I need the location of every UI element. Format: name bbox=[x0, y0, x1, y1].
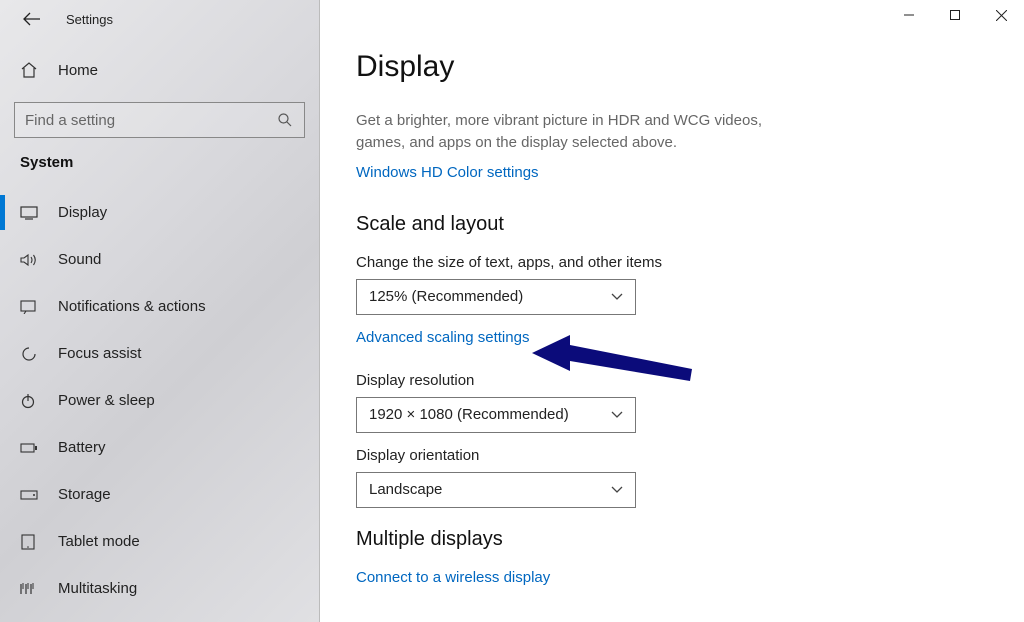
search-input[interactable] bbox=[25, 112, 276, 129]
chevron-down-icon bbox=[611, 486, 623, 494]
sidebar-item-tablet[interactable]: Tablet mode bbox=[0, 518, 319, 565]
titlebar: Settings bbox=[0, 0, 319, 38]
sidebar-item-label: Focus assist bbox=[58, 345, 141, 362]
sidebar-item-focus[interactable]: Focus assist bbox=[0, 330, 319, 377]
display-icon bbox=[20, 206, 46, 220]
sidebar-item-notifications[interactable]: Notifications & actions bbox=[0, 283, 319, 330]
scale-dropdown-value: 125% (Recommended) bbox=[369, 288, 523, 305]
focus-icon bbox=[20, 345, 46, 363]
storage-icon bbox=[20, 490, 46, 500]
sidebar-item-label: Multitasking bbox=[58, 580, 137, 597]
hdr-subtext: Get a brighter, more vibrant picture in … bbox=[356, 110, 776, 154]
sound-icon bbox=[20, 252, 46, 268]
sidebar-home[interactable]: Home bbox=[0, 48, 319, 92]
sidebar: Settings Home System Display bbox=[0, 0, 320, 622]
power-icon bbox=[20, 393, 46, 409]
titlebar-title: Settings bbox=[66, 12, 113, 27]
back-button[interactable] bbox=[18, 5, 46, 33]
notifications-icon bbox=[20, 300, 46, 314]
sidebar-section-title: System bbox=[0, 154, 319, 171]
orientation-label: Display orientation bbox=[356, 447, 988, 464]
chevron-down-icon bbox=[611, 411, 623, 419]
orientation-dropdown[interactable]: Landscape bbox=[356, 472, 636, 508]
resolution-dropdown[interactable]: 1920 × 1080 (Recommended) bbox=[356, 397, 636, 433]
sidebar-item-label: Battery bbox=[58, 439, 106, 456]
multi-display-heading: Multiple displays bbox=[356, 528, 988, 551]
scale-section-heading: Scale and layout bbox=[356, 213, 988, 236]
resolution-dropdown-value: 1920 × 1080 (Recommended) bbox=[369, 406, 569, 423]
sidebar-item-storage[interactable]: Storage bbox=[0, 471, 319, 518]
battery-icon bbox=[20, 442, 46, 454]
sidebar-item-label: Storage bbox=[58, 486, 111, 503]
sidebar-item-multitasking[interactable]: Multitasking bbox=[0, 565, 319, 612]
search-icon bbox=[276, 112, 294, 128]
scale-dropdown[interactable]: 125% (Recommended) bbox=[356, 279, 636, 315]
wireless-display-link[interactable]: Connect to a wireless display bbox=[356, 569, 550, 586]
sidebar-item-label: Display bbox=[58, 204, 107, 221]
resolution-label: Display resolution bbox=[356, 372, 988, 389]
home-icon bbox=[20, 61, 46, 79]
sidebar-item-battery[interactable]: Battery bbox=[0, 424, 319, 471]
chevron-down-icon bbox=[611, 293, 623, 301]
content-pane: Display Get a brighter, more vibrant pic… bbox=[320, 0, 1024, 622]
sidebar-item-power[interactable]: Power & sleep bbox=[0, 377, 319, 424]
search-box[interactable] bbox=[14, 102, 305, 138]
scale-label: Change the size of text, apps, and other… bbox=[356, 254, 988, 271]
sidebar-nav: Display Sound Notifications & actions Fo… bbox=[0, 189, 319, 612]
sidebar-item-label: Power & sleep bbox=[58, 392, 155, 409]
sidebar-item-display[interactable]: Display bbox=[0, 189, 319, 236]
sidebar-item-label: Notifications & actions bbox=[58, 298, 206, 315]
sidebar-item-label: Tablet mode bbox=[58, 533, 140, 550]
sidebar-item-sound[interactable]: Sound bbox=[0, 236, 319, 283]
sidebar-home-label: Home bbox=[58, 62, 98, 79]
advanced-scaling-link[interactable]: Advanced scaling settings bbox=[356, 329, 529, 346]
tablet-icon bbox=[20, 534, 46, 550]
sidebar-item-label: Sound bbox=[58, 251, 101, 268]
orientation-dropdown-value: Landscape bbox=[369, 481, 442, 498]
multitask-icon bbox=[20, 582, 46, 596]
page-title: Display bbox=[356, 50, 988, 84]
hdr-color-settings-link[interactable]: Windows HD Color settings bbox=[356, 164, 539, 181]
